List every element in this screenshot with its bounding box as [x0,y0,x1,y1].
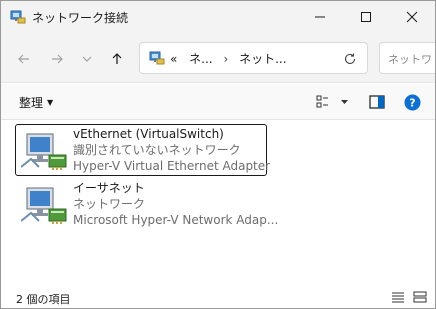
help-button[interactable]: ? [403,92,421,112]
status-bar: 2 個の項目 [1,285,435,308]
details-view-icon [392,292,404,303]
window-title: ネットワーク接続 [32,11,129,25]
navigation-bar: « ネ... › ネット... ネットワ [1,33,435,83]
maximize-icon [361,12,371,22]
back-button[interactable] [10,45,38,73]
minimize-button[interactable] [297,1,343,33]
item-adapter: Microsoft Hyper-V Network Adap... [73,213,279,227]
organize-label: 整理 [19,96,44,110]
close-button[interactable] [389,1,435,33]
item-name: vEthernet (VirtualSwitch) [73,127,224,141]
breadcrumb-item[interactable]: ネット... [239,52,286,66]
minimize-icon [315,16,325,18]
explorer-window: ネットワーク接続 « ネ... › ネット... ネットワ 整理 ▼ ? vEt… [0,0,436,309]
refresh-button[interactable] [340,49,360,69]
item-count: 2 個の項目 [16,293,71,306]
item-adapter: Hyper-V Virtual Ethernet Adapter [73,159,271,173]
arrow-left-icon [18,54,29,64]
forward-button[interactable] [43,45,71,73]
chevron-down-icon [82,56,92,62]
svg-text:?: ? [409,96,415,109]
network-adapter-icon [20,185,67,225]
refresh-icon [344,53,356,65]
preview-pane-button[interactable] [368,92,386,112]
close-icon [406,11,418,23]
change-view-button[interactable] [314,92,350,112]
tiles-view-button[interactable] [413,291,427,303]
file-list: vEthernet (VirtualSwitch) 識別されていないネットワーク… [1,120,435,285]
breadcrumb-item[interactable]: ネ... [189,52,212,66]
breadcrumb: « ネ... › ネット... [170,50,287,67]
tiles-view-icon [413,291,427,303]
organize-button[interactable]: 整理 ▼ [19,94,53,111]
recent-locations-button[interactable] [73,45,101,73]
details-view-button[interactable] [391,291,405,303]
chevron-right-icon[interactable]: › [223,52,228,66]
network-adapter-icon [20,131,67,171]
list-item[interactable]: イーサネット ネットワーク Microsoft Hyper-V Network … [15,178,278,230]
view-options-icon [316,95,348,108]
maximize-button[interactable] [343,1,389,33]
item-status: 識別されていないネットワーク [73,143,241,157]
help-icon: ? [404,94,420,110]
address-bar[interactable]: « ネ... › ネット... [139,42,368,74]
network-connections-icon [149,51,165,65]
search-box[interactable]: ネットワ [379,42,435,74]
breadcrumb-overflow[interactable]: « [170,52,177,66]
title-bar[interactable]: ネットワーク接続 [1,1,435,33]
network-connections-icon [10,10,26,24]
command-bar: 整理 ▼ ? [1,84,435,120]
list-item[interactable]: vEthernet (VirtualSwitch) 識別されていないネットワーク… [15,124,271,176]
arrow-up-icon [112,53,122,64]
search-placeholder: ネットワ [388,53,432,66]
item-name: イーサネット [73,181,145,195]
caret-down-icon: ▼ [47,98,54,107]
item-status: ネットワーク [73,197,146,211]
preview-pane-icon [369,95,385,109]
up-button[interactable] [103,45,131,73]
arrow-right-icon [52,54,63,64]
